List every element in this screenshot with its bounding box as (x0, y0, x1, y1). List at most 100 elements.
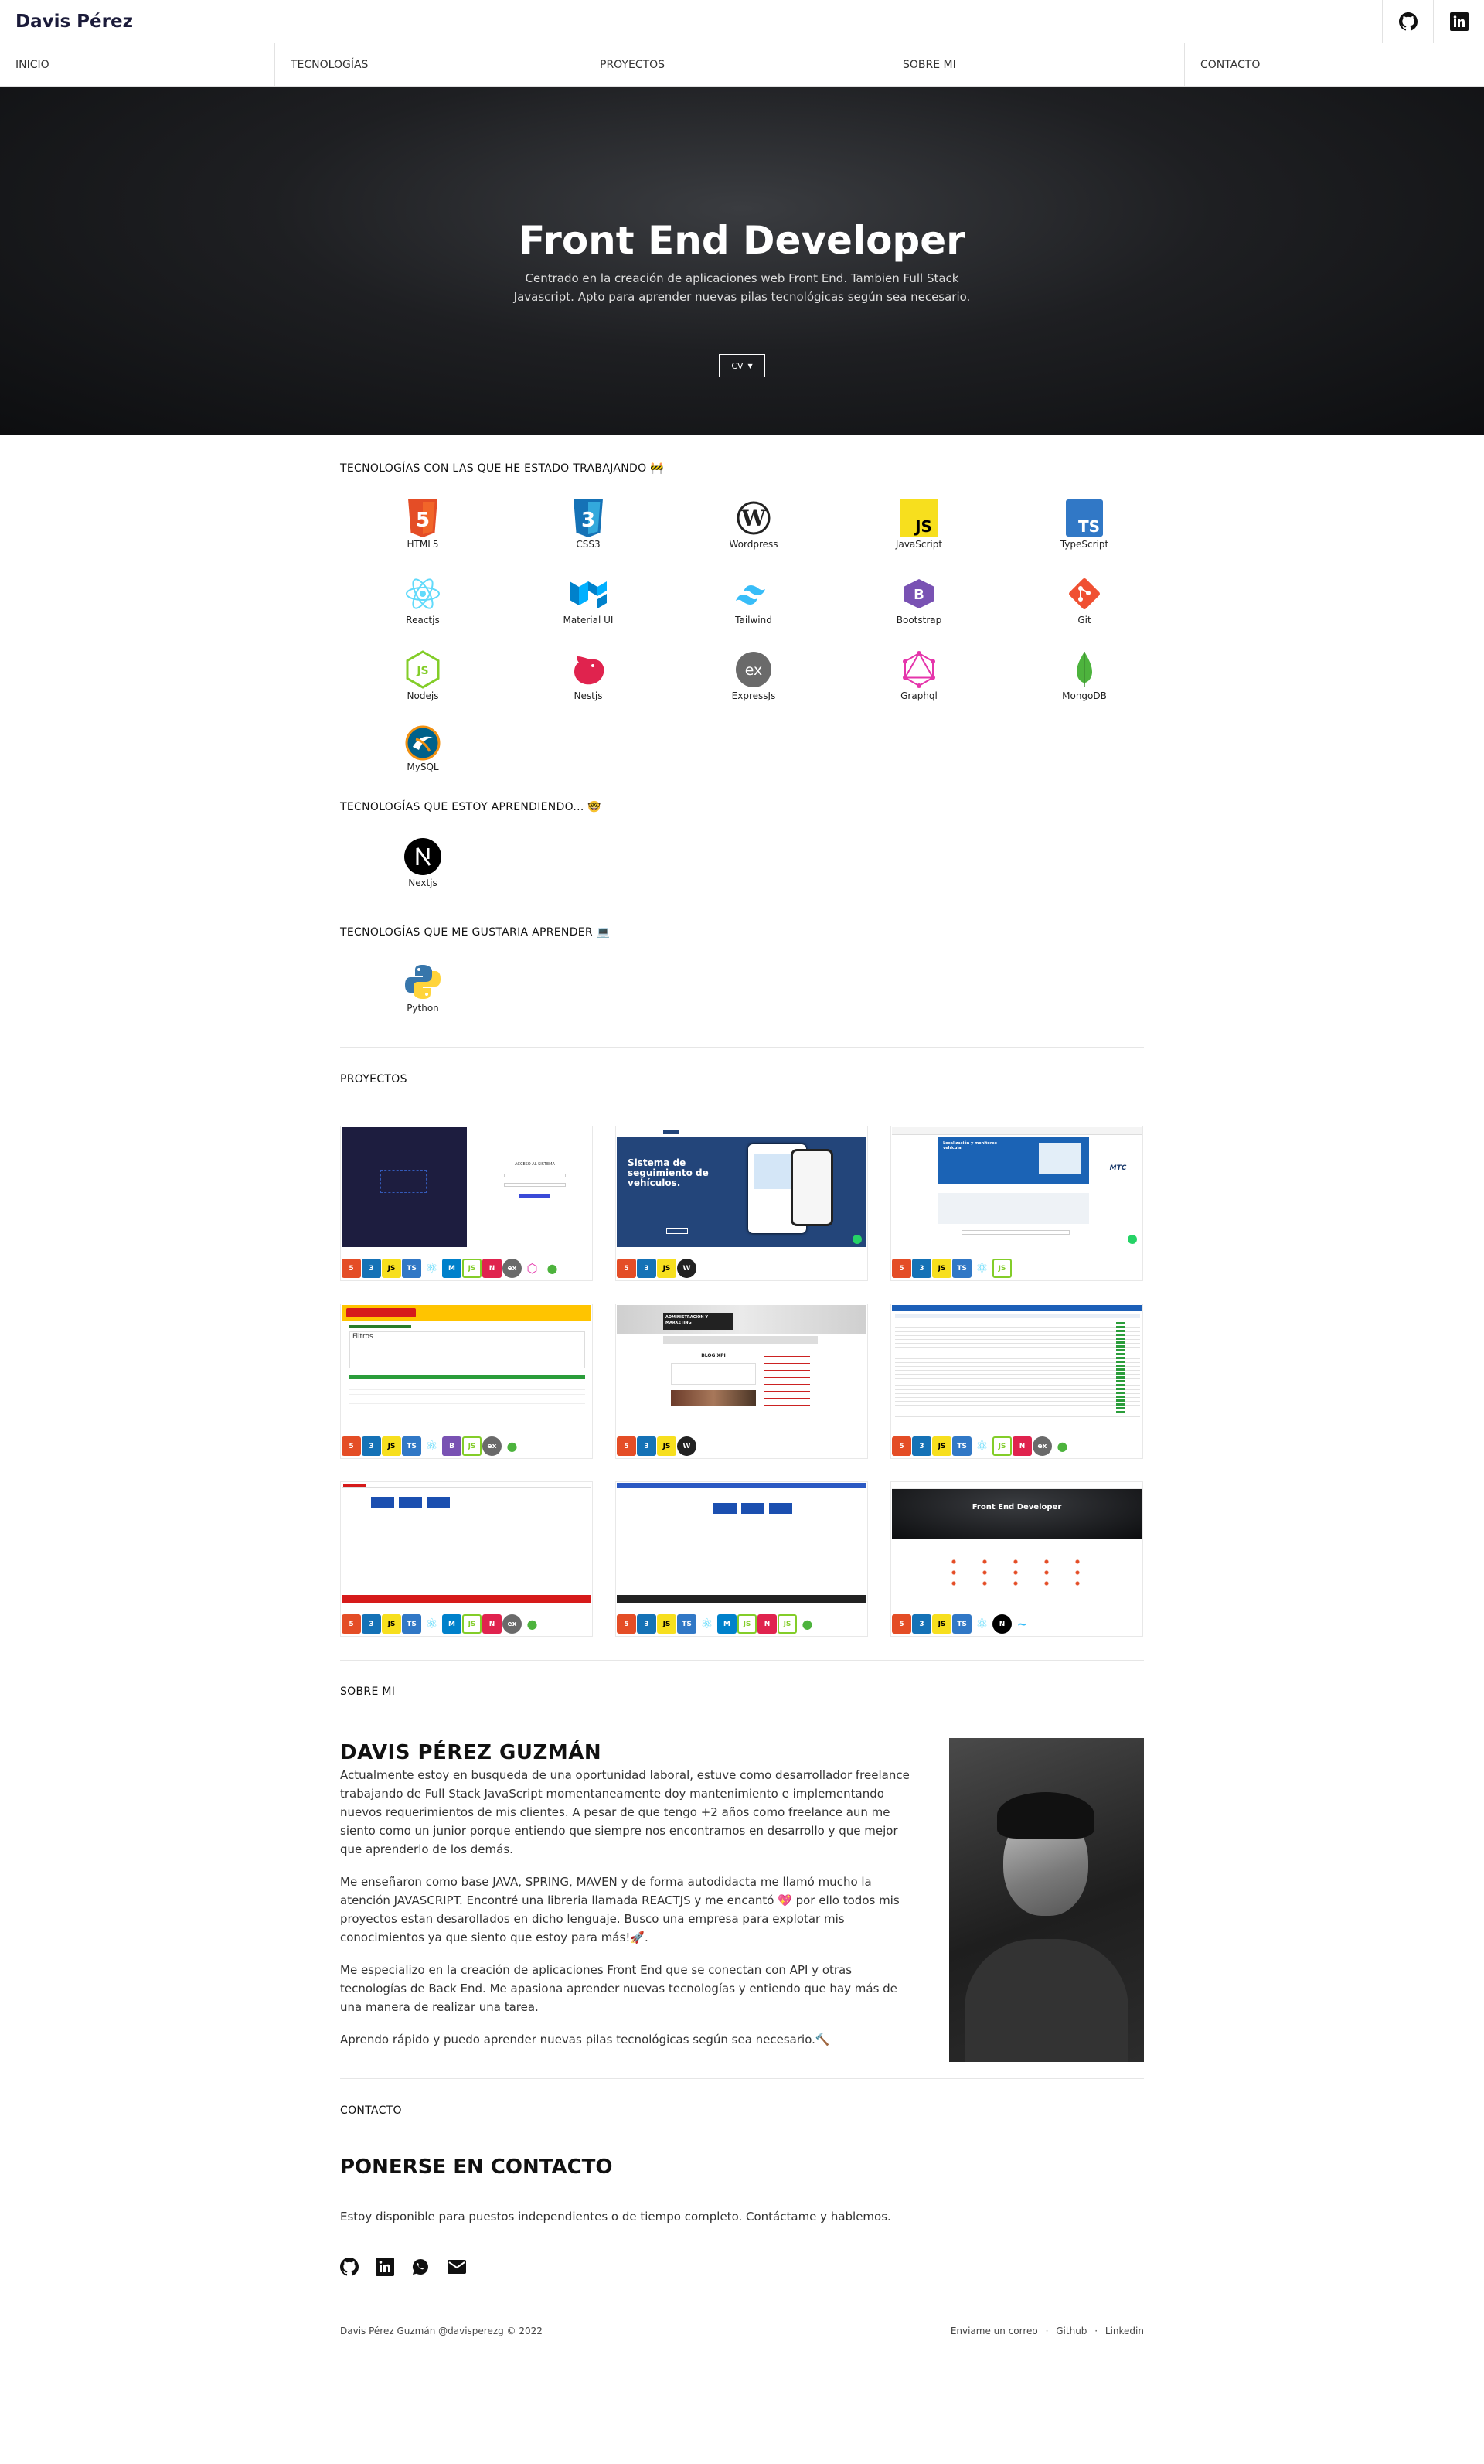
footer-link-github[interactable]: Github (1056, 2326, 1087, 2336)
project-tech-badges: 5 3 JS TS ⚛ B JS ex ● (342, 1436, 522, 1456)
tech-name: CSS3 (576, 539, 601, 550)
material-ui-icon (568, 574, 608, 614)
tech-graphql: Graphql (836, 626, 1002, 702)
tech-nextjs: Nextjs (340, 813, 505, 897)
project-screenshot (892, 1305, 1142, 1425)
nav-contacto[interactable]: CONTACTO (1185, 43, 1484, 86)
blog-section: BLOG XPI (701, 1353, 726, 1358)
footer-copyright: Davis Pérez Guzmán @davisperezg © 2022 (340, 2326, 543, 2336)
tech-bootstrap: B Bootstrap (836, 550, 1002, 626)
tech-nodejs: JS Nodejs (340, 626, 505, 702)
filters-heading: Filtros (352, 1333, 373, 1341)
project-tech-badges: 5 3 JS TS ⚛ N ~ (892, 1614, 1032, 1634)
nav-tecnologias[interactable]: TECNOLOGÍAS (275, 43, 584, 86)
contact-text: Estoy disponible para puestos independie… (340, 2210, 891, 2224)
mongodb-icon (1064, 649, 1104, 690)
svg-text:TS: TS (1078, 517, 1100, 536)
tech-name: Graphql (900, 690, 938, 701)
about-paragraph: Aprendo rápido y puedo aprender nuevas p… (340, 2033, 830, 2047)
cv-label: CV (731, 360, 744, 371)
laptop-icon: 💻 (596, 926, 611, 939)
project-card[interactable]: 5 3 JS TS ⚛ M JS Nex ● (340, 1481, 593, 1637)
tech-name: Bootstrap (896, 615, 942, 625)
about-paragraph: Me enseñaron como base JAVA, SPRING, MAV… (340, 1875, 900, 1944)
projects-grid: ACCESO AL SISTEMA 5 3 JS TS ⚛ M JS Nex ⬡ ● Sistem… (340, 1126, 1144, 1637)
tech-html5: 5 HTML5 (340, 475, 505, 550)
project-card[interactable]: Localización y monitoreo vehicular MTC 5… (890, 1126, 1143, 1281)
linkedin-icon[interactable] (1433, 0, 1484, 43)
project-screenshot: ACCESO AL SISTEMA (342, 1127, 591, 1247)
html5-icon: 5 (403, 498, 443, 538)
brand-name[interactable]: Davis Pérez (0, 12, 133, 32)
svg-text:ex: ex (745, 662, 763, 679)
learning-tech-grid: Nextjs (340, 813, 1144, 897)
about-section: SOBRE MI DAVIS PÉREZ GUZMÁN Actualmente … (340, 1661, 1144, 2079)
mini-hero-title: Front End Developer (972, 1503, 1062, 1511)
tech-name: JavaScript (895, 539, 943, 550)
tech-mysql: MySQL (340, 702, 505, 772)
blog-banner: ADMINISTRACIÓN Y MARKETING (663, 1313, 733, 1330)
working-title: TECNOLOGÍAS CON LAS QUE HE ESTADO TRABAJ… (340, 462, 1144, 475)
tech-mongodb: MongoDB (1002, 626, 1167, 702)
tech-name: Python (407, 1003, 439, 1014)
footer-separator: · (1045, 2326, 1049, 2336)
tailwind-icon (733, 574, 774, 614)
project-screenshot: Front End Developer (892, 1483, 1142, 1603)
svg-text:JS: JS (914, 517, 932, 536)
project-tech-badges: 5 3 JS TS ⚛ M JS Nex ● (342, 1614, 542, 1634)
project-headline: Localización y monitoreo vehicular (943, 1141, 998, 1150)
github-icon[interactable] (1382, 0, 1433, 43)
project-card[interactable]: Filtros 5 3 JS TS ⚛ B JS ex ● (340, 1304, 593, 1459)
linkedin-icon[interactable] (376, 2258, 394, 2279)
github-icon[interactable] (340, 2258, 359, 2279)
expressjs-icon: ex (733, 649, 774, 690)
bootstrap-icon: B (899, 574, 939, 614)
nav-sobre-mi[interactable]: SOBRE MI (887, 43, 1185, 86)
project-card[interactable]: ACCESO AL SISTEMA 5 3 JS TS ⚛ M JS Nex ⬡ ● (340, 1126, 593, 1281)
tech-name: MySQL (407, 762, 439, 772)
footer-link-email[interactable]: Enviame un correo (951, 2326, 1038, 2336)
tech-name: Git (1077, 615, 1091, 625)
learning-title: TECNOLOGÍAS QUE ESTOY APRENDIENDO... 🤓 (340, 801, 1144, 813)
footer-link-linkedin[interactable]: Linkedin (1105, 2326, 1144, 2336)
nav-proyectos[interactable]: PROYECTOS (584, 43, 887, 86)
whatsapp-icon[interactable] (411, 2258, 430, 2279)
svg-text:B: B (914, 587, 924, 603)
caret-down-icon: ▼ (747, 362, 753, 370)
svg-text:5: 5 (416, 509, 430, 532)
cv-button[interactable]: CV ▼ (719, 354, 765, 377)
about-paragraph: Actualmente estoy en busqueda de una opo… (340, 1768, 910, 1856)
project-screenshot: ADMINISTRACIÓN Y MARKETING BLOG XPI (617, 1305, 866, 1425)
project-card[interactable]: Sistema de seguimiento de vehículos. 53J… (615, 1126, 868, 1281)
project-card[interactable]: ADMINISTRACIÓN Y MARKETING BLOG XPI 5 3 JS… (615, 1304, 868, 1459)
nav-inicio[interactable]: INICIO (0, 43, 275, 86)
nestjs-icon (568, 649, 608, 690)
nodejs-icon: JS (403, 649, 443, 690)
nerd-face-icon: 🤓 (587, 801, 602, 813)
wordpress-icon: W (733, 498, 774, 538)
typescript-icon: TS (1064, 498, 1104, 538)
mtc-badge: MTC (1097, 1158, 1139, 1177)
project-card[interactable]: 5 3 JS TS ⚛ JS Nex ● (890, 1304, 1143, 1459)
mail-icon[interactable] (447, 2258, 467, 2278)
tech-typescript: TS TypeScript (1002, 475, 1167, 550)
project-tech-badges: 5 3 JS TS ⚛ M JS N JS ● (617, 1614, 817, 1634)
project-card[interactable]: 5 3 JS TS ⚛ M JS N JS ● (615, 1481, 868, 1637)
tech-wordpress: W Wordpress (671, 475, 836, 550)
project-card[interactable]: Front End Developer 5 3 JS TS ⚛ N ~ (890, 1481, 1143, 1637)
wish-tech-grid: Python (340, 939, 1144, 1024)
tech-name: TypeScript (1060, 539, 1109, 550)
project-tech-badges: 5 3 JS W (617, 1259, 696, 1278)
svg-text:3: 3 (581, 509, 595, 532)
tech-nestjs: Nestjs (505, 626, 671, 702)
tech-expressjs: ex ExpressJs (671, 626, 836, 702)
project-screenshot: Sistema de seguimiento de vehículos. (617, 1127, 866, 1247)
working-tech-grid: 5 HTML5 3 CSS3 W Wordpress JS JavaScript TS T… (340, 475, 1144, 772)
contact-title: PONERSE EN CONTACTO (340, 2156, 613, 2179)
tech-reactjs: Reactjs (340, 550, 505, 626)
footer-separator: · (1094, 2326, 1098, 2336)
tech-git: Git (1002, 550, 1167, 626)
main-nav: INICIO TECNOLOGÍAS PROYECTOS SOBRE MI CO… (0, 43, 1484, 87)
mysql-icon (403, 725, 443, 761)
tech-material-ui: Material UI (505, 550, 671, 626)
